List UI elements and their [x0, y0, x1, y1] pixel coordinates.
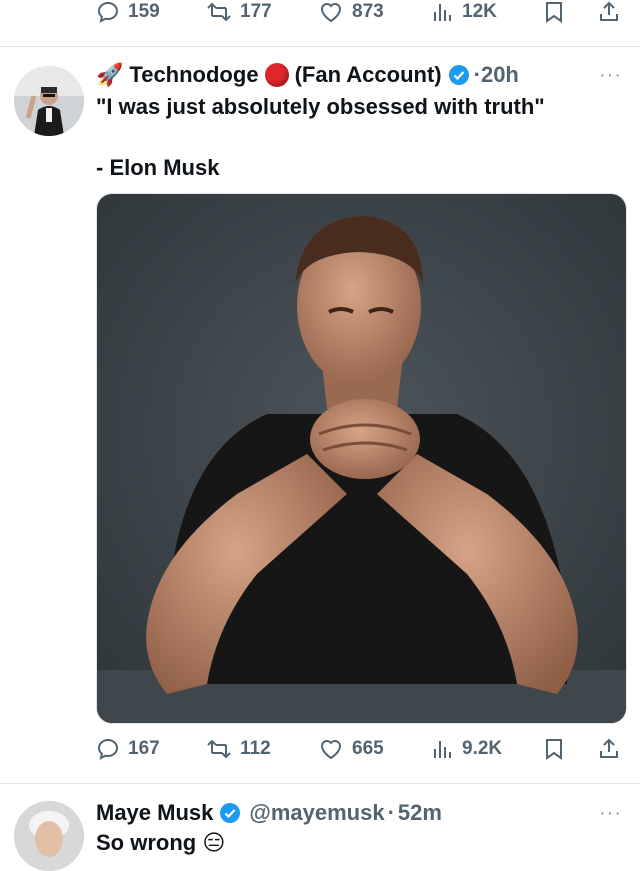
user-handle[interactable]: @mayemusk [249, 800, 384, 826]
retweet-count: 112 [240, 738, 271, 759]
views-button[interactable]: 9.2K [432, 737, 502, 761]
reply-icon [97, 738, 119, 760]
reply-icon [97, 1, 119, 23]
avatar[interactable] [14, 66, 84, 136]
like-count: 873 [352, 1, 384, 22]
reply-button[interactable]: 167 [96, 737, 160, 761]
retweet-icon [207, 2, 231, 22]
tweet-text-line-1: "I was just absolutely obsessed with tru… [96, 94, 545, 119]
share-button[interactable] [598, 0, 620, 24]
tweet-header: Maye Musk @mayemusk · 52m [96, 800, 442, 826]
retweet-button[interactable]: 112 [206, 737, 271, 761]
display-name[interactable]: Technodoge [129, 62, 258, 88]
verified-badge-icon [448, 65, 469, 85]
tweet-time[interactable]: 20h [481, 62, 519, 88]
like-count: 665 [352, 738, 384, 759]
tweet-text-line-2: - Elon Musk [96, 155, 220, 180]
reply-count: 167 [128, 738, 160, 759]
top-action-bar: 159 177 873 12K [96, 0, 624, 27]
display-name[interactable]: Maye Musk [96, 800, 213, 826]
reply-button[interactable]: 159 [96, 0, 160, 24]
retweet-count: 177 [240, 1, 272, 22]
tweet-time[interactable]: 52m [398, 800, 442, 826]
verified-badge-icon [220, 803, 241, 823]
bookmark-button[interactable] [544, 0, 564, 24]
share-icon [600, 1, 618, 21]
tweet-action-bar: 167 112 665 9.2K [96, 734, 624, 764]
separator-dot: · [387, 800, 395, 825]
views-button[interactable]: 12K [432, 0, 497, 24]
like-button[interactable]: 665 [318, 737, 384, 761]
share-icon [600, 738, 618, 758]
share-button[interactable] [598, 737, 620, 761]
views-icon [434, 741, 451, 758]
views-count: 9.2K [462, 738, 503, 759]
like-button[interactable]: 873 [318, 0, 384, 24]
divider [0, 46, 640, 47]
more-options-icon[interactable]: ··· [599, 64, 622, 87]
separator-dot: · [473, 62, 481, 87]
tweet-photo[interactable] [96, 193, 627, 724]
heart-icon [320, 3, 342, 23]
retweet-icon [207, 739, 231, 759]
views-count: 12K [462, 1, 497, 22]
tweet-text: So wrong 😑 [96, 830, 226, 855]
divider [0, 783, 640, 784]
bookmark-icon [546, 739, 562, 760]
avatar[interactable] [14, 801, 84, 871]
views-icon [434, 4, 451, 21]
bookmark-button[interactable] [544, 737, 564, 761]
rocket-emoji: 🚀 [96, 62, 124, 87]
bookmark-icon [546, 2, 562, 23]
tweet-header: 🚀 Technodoge (Fan Account) · 20h [96, 62, 519, 88]
red-circle-icon [264, 63, 289, 87]
reply-count: 159 [128, 1, 160, 22]
more-options-icon[interactable]: ··· [599, 802, 622, 825]
retweet-button[interactable]: 177 [206, 0, 272, 24]
heart-icon [320, 740, 342, 760]
display-name-suffix[interactable]: (Fan Account) [295, 62, 442, 88]
